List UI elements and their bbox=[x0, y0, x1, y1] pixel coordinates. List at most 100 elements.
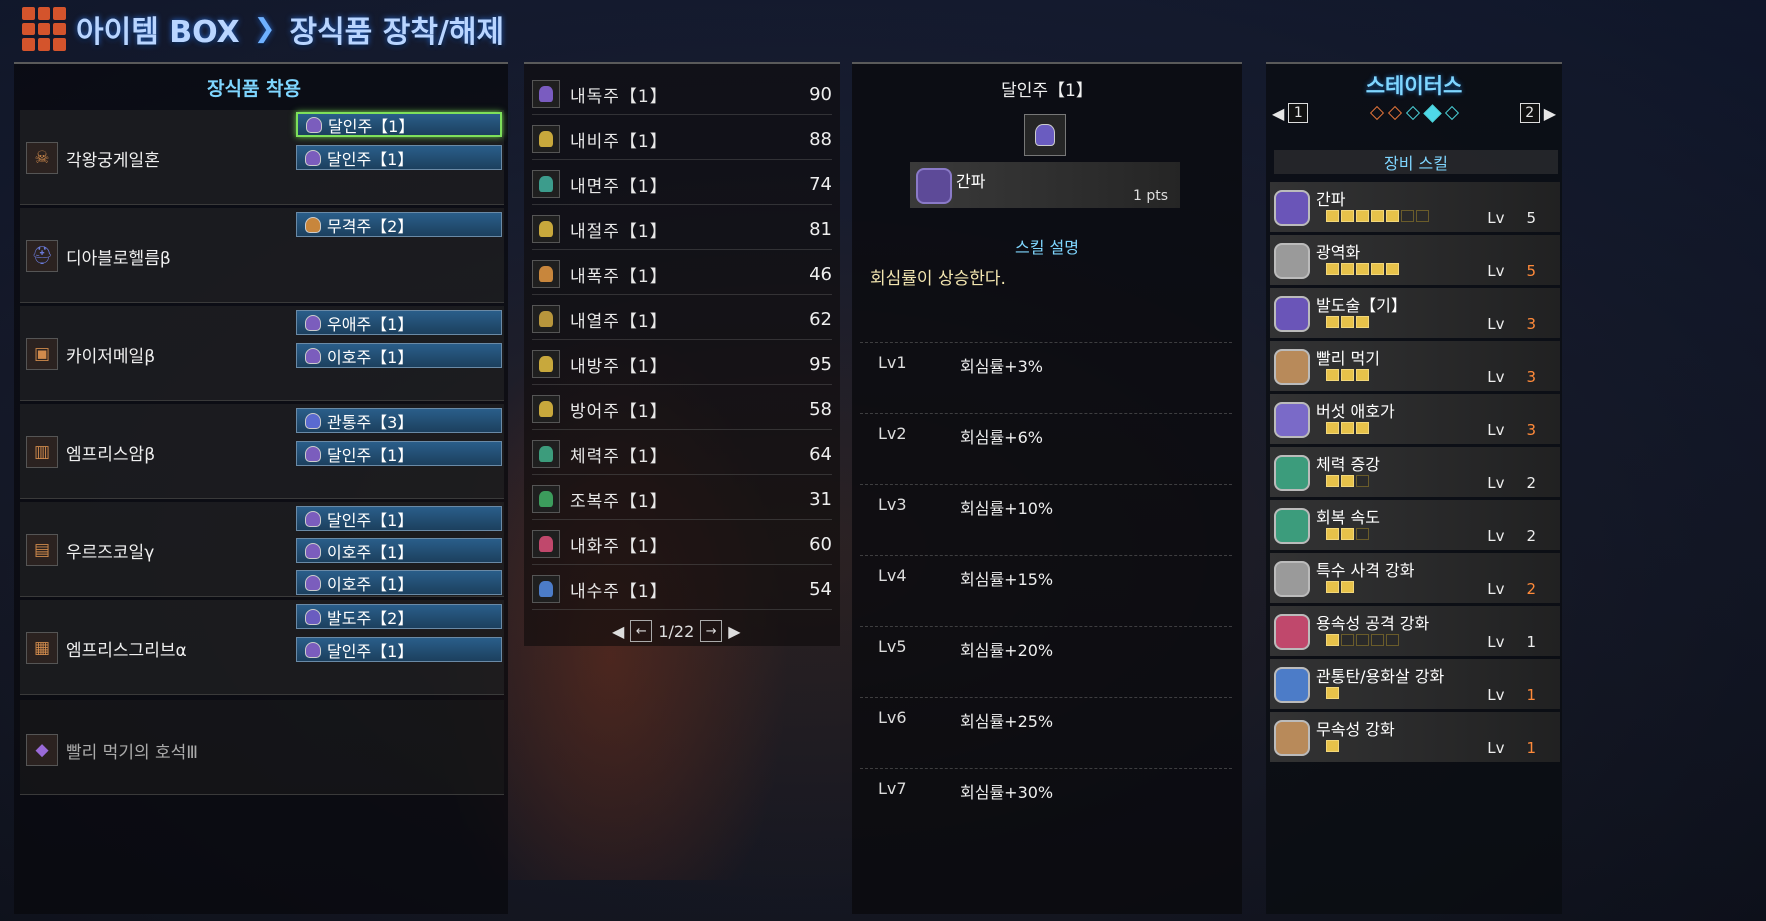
list-item[interactable]: 조복주【1】 31 bbox=[532, 479, 832, 520]
skill-level: Lv 1 bbox=[1487, 633, 1536, 651]
level-label: Lv bbox=[1487, 474, 1505, 492]
level-value: 3 bbox=[1526, 421, 1536, 439]
page-left-arrow-icon[interactable]: ◀ bbox=[612, 622, 624, 641]
status-prev-page[interactable]: ◀ 1 bbox=[1272, 103, 1309, 123]
decoration-gem-icon bbox=[306, 116, 322, 133]
skill-level: Lv 3 bbox=[1487, 421, 1536, 439]
decoration-gem-icon bbox=[532, 125, 560, 153]
level-label: Lv4 bbox=[878, 566, 907, 585]
skill-name: 간파 bbox=[1316, 190, 1346, 209]
equip-skill-row[interactable]: 발도술【기】 Lv 3 bbox=[1270, 288, 1560, 338]
decoration-list-panel: 내독주【1】 90 내비주【1】 88 내면주【1】 74 내절주【1】 81 내폭주【… bbox=[524, 62, 840, 646]
page-right-arrow-icon[interactable]: ▶ bbox=[728, 622, 740, 641]
list-item[interactable]: 내독주【1】 90 bbox=[532, 74, 832, 115]
decoration-slot[interactable]: 달인주【1】 bbox=[296, 441, 502, 466]
level-label: Lv bbox=[1487, 421, 1505, 439]
decoration-slot[interactable]: 이호주【1】 bbox=[296, 538, 502, 563]
skill-level-pip bbox=[1386, 210, 1399, 222]
decoration-gem-icon bbox=[305, 347, 321, 364]
skill-name: 관통탄/용화살 강화 bbox=[1316, 667, 1445, 686]
armor-row-legs[interactable]: ▦ 엠프리스그리브α 발도주【2】 달인주【1】 bbox=[20, 600, 504, 695]
decoration-name: 체력주【1】 bbox=[570, 446, 668, 467]
list-item[interactable]: 내비주【1】 88 bbox=[532, 119, 832, 160]
skill-level-pip bbox=[1341, 369, 1354, 381]
level-value: 1 bbox=[1526, 739, 1536, 757]
equip-skill-row[interactable]: 무속성 강화 Lv 1 bbox=[1270, 712, 1560, 762]
equip-skill-row[interactable]: 체력 증강 Lv 2 bbox=[1270, 447, 1560, 497]
decoration-slot[interactable]: 달인주【1】 bbox=[296, 637, 502, 662]
decoration-gem-icon bbox=[305, 510, 321, 527]
skill-level-bar bbox=[1326, 687, 1339, 699]
decoration-slot[interactable]: 달인주【1】 bbox=[296, 506, 502, 531]
decoration-gem-icon bbox=[532, 215, 560, 243]
list-item[interactable]: 내방주【1】 95 bbox=[532, 344, 832, 385]
list-item[interactable]: 방어주【1】 58 bbox=[532, 389, 832, 430]
chest-icon: ▣ bbox=[26, 338, 58, 370]
equip-skill-row[interactable]: 광역화 Lv 5 bbox=[1270, 235, 1560, 285]
list-item[interactable]: 내폭주【1】 46 bbox=[532, 254, 832, 295]
skill-icon bbox=[1274, 508, 1310, 544]
skill-icon bbox=[1274, 243, 1310, 279]
armor-row-head[interactable]: ☠ 각왕궁게일혼 달인주【1】 달인주【1】 bbox=[20, 110, 504, 205]
decoration-gem-icon bbox=[305, 412, 321, 429]
armor-row-charm[interactable]: ◆ 빨리 먹기의 호석Ⅲ bbox=[20, 700, 504, 795]
decoration-gem-icon bbox=[532, 260, 560, 288]
decoration-gem-icon bbox=[532, 170, 560, 198]
skill-level-bar bbox=[1326, 316, 1369, 328]
equip-skill-row[interactable]: 용속성 공격 강화 Lv 1 bbox=[1270, 606, 1560, 656]
next-page-button[interactable]: → bbox=[700, 620, 723, 642]
list-item[interactable]: 내열주【1】 62 bbox=[532, 299, 832, 340]
level-label: Lv1 bbox=[878, 353, 907, 372]
decoration-count: 31 bbox=[809, 488, 832, 510]
armor-row-chest[interactable]: ▣ 카이저메일β 우애주【1】 이호주【1】 bbox=[20, 306, 504, 401]
level-value: 5 bbox=[1526, 262, 1536, 280]
equip-skill-row[interactable]: 회복 속도 Lv 2 bbox=[1270, 500, 1560, 550]
list-item[interactable]: 내면주【1】 74 bbox=[532, 164, 832, 205]
decoration-slot[interactable]: 이호주【1】 bbox=[296, 570, 502, 595]
armor-row-arms[interactable]: ▥ 엠프리스암β 관통주【3】 달인주【1】 bbox=[20, 404, 504, 499]
decoration-slot[interactable]: 관통주【3】 bbox=[296, 408, 502, 433]
breadcrumb-item-box[interactable]: 아이템 BOX bbox=[76, 7, 240, 51]
equip-skill-row[interactable]: 간파 Lv 5 bbox=[1270, 182, 1560, 232]
list-item[interactable]: 내절주【1】 81 bbox=[532, 209, 832, 250]
decoration-slot[interactable]: 우애주【1】 bbox=[296, 310, 502, 335]
skill-level: Lv 3 bbox=[1487, 315, 1536, 333]
skill-level-pip bbox=[1341, 475, 1354, 487]
equip-skill-row[interactable]: 빨리 먹기 Lv 3 bbox=[1270, 341, 1560, 391]
list-item[interactable]: 내수주【1】 54 bbox=[532, 569, 832, 610]
decoration-slot[interactable]: 발도주【2】 bbox=[296, 604, 502, 629]
equip-skill-row[interactable]: 관통탄/용화살 강화 Lv 1 bbox=[1270, 659, 1560, 709]
page-dot-icon bbox=[1405, 105, 1420, 121]
decoration-slot[interactable]: 무격주【2】 bbox=[296, 212, 502, 237]
skill-level-bar bbox=[1326, 581, 1354, 593]
list-item[interactable]: 내화주【1】 60 bbox=[532, 524, 832, 565]
skill-level-row: Lv6 회심률+25% bbox=[860, 697, 1232, 768]
skill-level-row: Lv7 회심률+30% bbox=[860, 768, 1232, 839]
list-item[interactable]: 체력주【1】 64 bbox=[532, 434, 832, 475]
skill-level-pip bbox=[1356, 263, 1369, 275]
equip-skill-row[interactable]: 특수 사격 강화 Lv 2 bbox=[1270, 553, 1560, 603]
decoration-count: 64 bbox=[809, 443, 832, 465]
decoration-slot[interactable]: 달인주【1】 bbox=[296, 145, 502, 170]
skill-level-bar bbox=[1326, 369, 1369, 381]
skill-icon bbox=[1274, 190, 1310, 226]
skill-level-pip bbox=[1326, 528, 1339, 540]
status-next-page[interactable]: 2 ▶ bbox=[1519, 103, 1556, 123]
armor-name: 엠프리스그리브α bbox=[66, 641, 187, 661]
armor-row-head2[interactable]: ⛑ 디아블로헬름β 무격주【2】 bbox=[20, 208, 504, 303]
equip-skill-row[interactable]: 버섯 애호가 Lv 3 bbox=[1270, 394, 1560, 444]
decoration-detail-panel: 달인주【1】 간파 1 pts 스킬 설명 회심률이 상승한다. Lv1 회심률+… bbox=[852, 62, 1242, 914]
level-label: Lv bbox=[1487, 209, 1505, 227]
page-indicator: 1/22 bbox=[658, 621, 695, 641]
decoration-slot[interactable]: 달인주【1】 bbox=[296, 112, 502, 137]
level-label: Lv bbox=[1487, 315, 1505, 333]
prev-page-button[interactable]: ← bbox=[630, 620, 653, 642]
skill-level-bar bbox=[1326, 528, 1369, 540]
page-dot-icon bbox=[1369, 105, 1384, 121]
armor-row-waist[interactable]: ▤ 우르즈코일γ 달인주【1】 이호주【1】 이호주【1】 bbox=[20, 502, 504, 597]
decoration-slot[interactable]: 이호주【1】 bbox=[296, 343, 502, 368]
level-value: 5 bbox=[1526, 209, 1536, 227]
decoration-count: 95 bbox=[809, 353, 832, 375]
level-value: 3 bbox=[1526, 315, 1536, 333]
level-effect: 회심률+3% bbox=[960, 357, 1043, 376]
